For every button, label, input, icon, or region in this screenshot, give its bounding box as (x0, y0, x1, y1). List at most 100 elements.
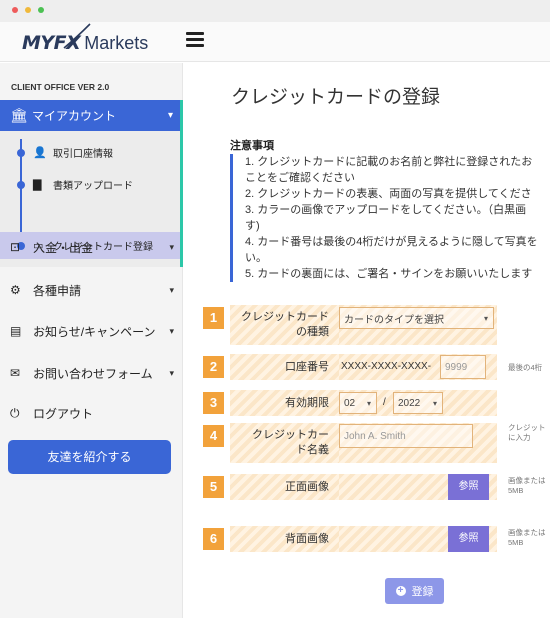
card-name-help-line1: クレジット (508, 423, 546, 432)
card-type-select[interactable]: カードのタイプを選択 ▾ (339, 307, 494, 329)
gears-icon: ⚙ (10, 283, 21, 297)
chevron-down-icon: ▾ (432, 398, 437, 408)
chevron-down-icon: ▾ (483, 313, 488, 323)
chevron-down-icon: ▾ (169, 241, 174, 252)
version-label: CLIENT OFFICE VER 2.0 (11, 82, 110, 92)
expiry-field-area: 02 ▾ / 2022 ▾ (339, 390, 497, 416)
window-maximize-button[interactable] (38, 7, 44, 13)
front-image-help-line1: 画像または (508, 476, 546, 485)
page-title: クレジットカードの登録 (231, 87, 441, 108)
notes-line: 3. カラーの画像でアップロードをしてください。（白黒画 (245, 204, 527, 216)
sidebar-subitem-document-upload[interactable]: ▇ 書類アップロード (0, 171, 180, 198)
card-type-label-line2: の種類 (296, 326, 329, 338)
card-name-input[interactable]: John A. Smith (339, 424, 473, 448)
form-row-back-image: 6 背面画像 参照 画像または 5MB (203, 526, 550, 552)
sidebar-item-my-account[interactable]: 🏛 マイアカウント ▾ (0, 100, 183, 131)
window-titlebar (0, 0, 550, 22)
refer-friend-button[interactable]: 友達を紹介する (8, 440, 171, 474)
expiry-month-value: 02 (344, 397, 356, 409)
notes-line: 5. カードの裏面には、ご署名・サインをお願いいたします (245, 268, 533, 280)
notes-line: ことをご確認ください (245, 172, 355, 184)
card-type-selected-value: カードのタイプを選択 (344, 314, 444, 326)
bullet-icon (17, 148, 25, 157)
notes-title: 注意事項 (230, 140, 274, 152)
chevron-down-icon: ▾ (169, 367, 174, 378)
back-image-help-line2: 5MB (508, 538, 524, 547)
top-header: MYFX Markets (0, 22, 550, 62)
sidebar-subitem-label: 書類アップロード (53, 181, 133, 192)
sidebar-item-logout[interactable]: ⏻ ログアウト (0, 398, 183, 428)
register-button[interactable]: + 登録 (385, 578, 444, 604)
form-row-card-type: 1 クレジットカード の種類 カードのタイプを選択 ▾ (203, 305, 550, 345)
card-name-label: クレジットカー ド名義 (230, 423, 339, 463)
sidebar-item-news-campaign[interactable]: ▤ お知らせ/キャンペーン ▾ (0, 316, 183, 346)
register-button-label: 登録 (411, 586, 434, 598)
notes-line: い。 (245, 252, 267, 264)
sidebar-item-contact-form[interactable]: ✉ お問い合わせフォーム ▾ (0, 358, 183, 388)
card-type-label: クレジットカード の種類 (230, 305, 339, 345)
sidebar-item-applications[interactable]: ⚙ 各種申請 ▾ (0, 275, 183, 305)
sidebar-subitem-label: 取引口座情報 (53, 149, 113, 160)
card-type-label-line1: クレジットカード (241, 311, 329, 323)
form-row-card-number: 2 口座番号 XXXX-XXXX-XXXX- 9999 最後の4桁 (203, 354, 550, 380)
brand-logo[interactable]: MYFX Markets (22, 23, 149, 58)
expiry-year-select[interactable]: 2022 ▾ (393, 392, 443, 414)
expiry-month-select[interactable]: 02 ▾ (339, 392, 377, 414)
chevron-down-icon: ▾ (167, 110, 173, 121)
window-close-button[interactable] (12, 7, 18, 13)
front-image-help: 画像または 5MB (508, 476, 546, 496)
card-name-help-line2: に入力 (508, 433, 531, 442)
logo-swoosh-icon (63, 23, 91, 49)
card-name-label-line1: クレジットカー (252, 429, 329, 441)
notes-line: 4. カード番号は最後の4桁だけが見えるように隠して写真を (245, 236, 538, 248)
window-minimize-button[interactable] (25, 7, 31, 13)
step-number-badge: 4 (203, 425, 224, 447)
step-number-badge: 5 (203, 476, 224, 498)
front-image-help-line2: 5MB (508, 486, 524, 495)
sidebar-item-label: 各種申請 (33, 283, 82, 298)
menu-toggle-icon[interactable] (186, 32, 204, 48)
step-number-badge: 2 (203, 356, 224, 378)
expiry-label: 有効期限 (230, 390, 339, 416)
back-image-label: 背面画像 (230, 526, 339, 552)
power-icon: ⏻ (10, 405, 20, 420)
front-image-browse-button[interactable]: 参照 (448, 474, 489, 500)
expiry-year-value: 2022 (398, 397, 421, 409)
sidebar-item-deposit-withdraw[interactable]: ⊡ 入金・出金 ▾ (0, 232, 183, 262)
sidebar-item-label: お問い合わせフォーム (33, 366, 153, 381)
bank-icon: 🏛 (10, 107, 28, 124)
notes-line: 2. クレジットカードの表裏、両面の写真を提供してくださ (245, 188, 532, 200)
notes-section: 注意事項 1. クレジットカードに記載のお名前と弊社に登録されたお ことをご確認… (230, 137, 550, 282)
sidebar-item-label: マイアカウント (32, 109, 117, 123)
sidebar-subitem-account-info[interactable]: 👤 取引口座情報 (0, 139, 180, 166)
sidebar: CLIENT OFFICE VER 2.0 🏛 マイアカウント ▾ 👤 取引口座… (0, 63, 183, 618)
front-image-label: 正面画像 (230, 474, 339, 500)
card-name-label-line2: ド名義 (296, 444, 329, 456)
back-image-upload[interactable]: 参照 (339, 526, 497, 552)
notes-list: 1. クレジットカードに記載のお名前と弊社に登録されたお ことをご確認ください … (230, 154, 548, 282)
plus-circle-icon: + (395, 586, 406, 596)
sidebar-item-label: お知らせ/キャンペーン (33, 324, 156, 339)
card-number-field-area: XXXX-XXXX-XXXX- 9999 (339, 354, 497, 380)
expiry-separator: / (383, 397, 386, 408)
card-last4-input[interactable]: 9999 (440, 355, 486, 379)
front-image-upload[interactable]: 参照 (339, 474, 497, 500)
back-image-help-line1: 画像または (508, 528, 546, 537)
notes-line: す) (245, 220, 260, 232)
envelope-icon: ✉ (10, 366, 21, 380)
document-icon: ▇ (33, 179, 42, 191)
card-type-field-area: カードのタイプを選択 ▾ (339, 305, 497, 345)
form-row-card-name: 4 クレジットカー ド名義 John A. Smith クレジット に入力 (203, 423, 550, 463)
step-number-badge: 6 (203, 528, 224, 550)
back-image-browse-button[interactable]: 参照 (448, 526, 489, 552)
logo-suffix-text: Markets (84, 32, 149, 53)
back-image-help: 画像または 5MB (508, 528, 546, 548)
sidebar-item-label: 入金・出金 (33, 240, 94, 255)
step-number-badge: 1 (203, 307, 224, 329)
card-number-mask: XXXX-XXXX-XXXX- (341, 361, 432, 372)
newspaper-icon: ▤ (10, 324, 22, 338)
card-name-field-area: John A. Smith (339, 423, 497, 463)
notes-line: 1. クレジットカードに記載のお名前と弊社に登録されたお (245, 156, 533, 168)
step-number-badge: 3 (203, 392, 224, 414)
chevron-down-icon: ▾ (169, 325, 174, 336)
